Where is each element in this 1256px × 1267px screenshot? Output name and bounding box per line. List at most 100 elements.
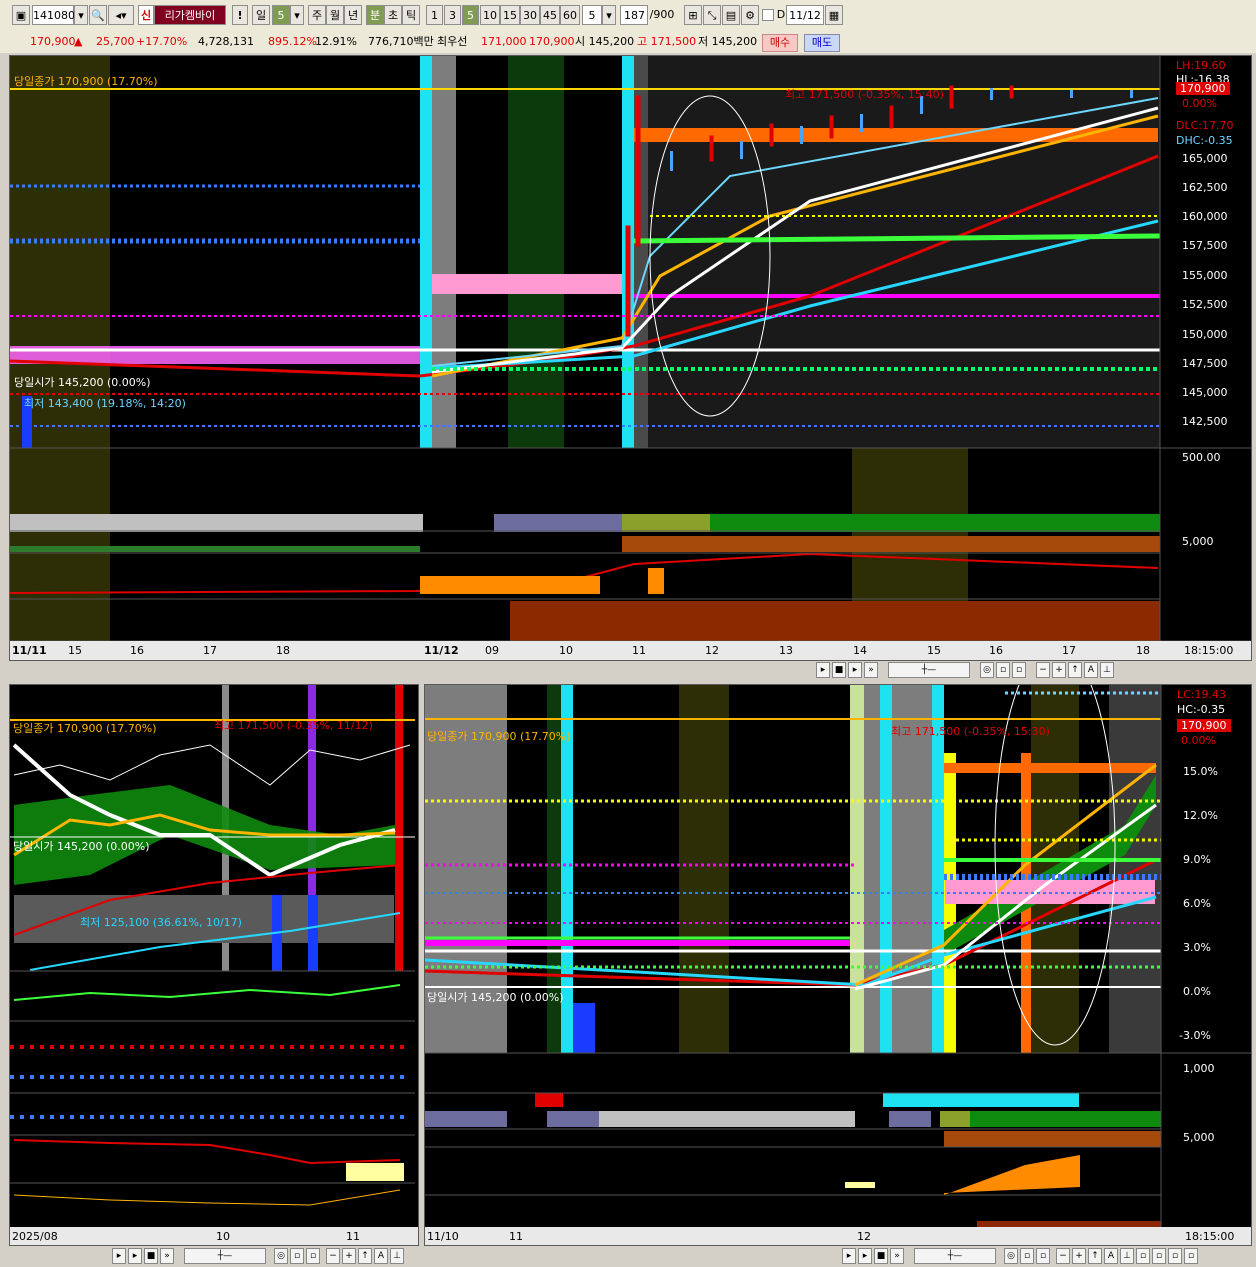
interval-5[interactable]: 5 <box>462 5 479 25</box>
tool-icon[interactable]: ◎ <box>980 662 994 678</box>
chart-menu-icon[interactable]: ▣ <box>12 5 30 25</box>
period-dropdown-icon[interactable]: ▾ <box>290 5 304 25</box>
quote-bar: 170,900 ▲ 25,700 +17.70% 4,728,131 895.1… <box>0 31 1256 53</box>
right-hc: HC:-0.35 <box>1177 703 1226 716</box>
zoom-in-icon[interactable]: + <box>1052 662 1066 678</box>
period-week-tab[interactable]: 주 <box>308 5 326 25</box>
left-chart-canvas <box>10 685 415 1206</box>
tool-icon[interactable]: ⊥ <box>1100 662 1114 678</box>
font-icon[interactable]: A <box>1104 1248 1118 1264</box>
zoom-out-icon[interactable]: − <box>1056 1248 1070 1264</box>
stop-icon[interactable]: ■ <box>832 662 846 678</box>
fast-forward-icon[interactable]: » <box>864 662 878 678</box>
tool-icon[interactable]: ⊥ <box>390 1248 404 1264</box>
tool-icon[interactable]: ▫ <box>1136 1248 1150 1264</box>
tool-icon[interactable]: ▫ <box>1184 1248 1198 1264</box>
volume-ratio: 895.12% <box>268 35 317 48</box>
tool-icon[interactable]: ▫ <box>1020 1248 1034 1264</box>
stock-name-field[interactable]: 리가켐바이 <box>154 5 226 25</box>
zoom-slider[interactable]: ┼— <box>888 662 970 678</box>
stop-icon[interactable]: ■ <box>874 1248 888 1264</box>
left-xlabel: 2025/08 <box>12 1230 58 1243</box>
sell-button[interactable]: 매도 <box>804 34 840 52</box>
intraday-chart-right[interactable]: 당일종가 170,900 (17.70%) 최고 171,500 (-0.35%… <box>424 684 1252 1246</box>
best-label: 최우선 <box>437 35 468 48</box>
right-chart-canvas <box>425 685 1251 1245</box>
code-dropdown-icon[interactable]: ▾ <box>74 5 88 25</box>
interval-30[interactable]: 30 <box>520 5 540 25</box>
zoom-slider[interactable]: ┼— <box>184 1248 266 1264</box>
play-icon[interactable]: ▸ <box>848 662 862 678</box>
bar-count-field[interactable]: 187 <box>620 5 648 25</box>
up-icon[interactable]: ↑ <box>1068 662 1082 678</box>
unit-tick-tab[interactable]: 틱 <box>402 5 420 25</box>
date-checkbox[interactable] <box>762 9 774 21</box>
top-ytick: 165,000 <box>1182 152 1228 165</box>
up-icon[interactable]: ↑ <box>358 1248 372 1264</box>
buy-button[interactable]: 매수 <box>762 34 798 52</box>
history-nav-icon[interactable]: ◂▾ <box>108 5 134 25</box>
scroll-right-icon[interactable]: ▸ <box>816 662 830 678</box>
top-ytick: 155,000 <box>1182 269 1228 282</box>
fast-forward-icon[interactable]: » <box>160 1248 174 1264</box>
tool-icon[interactable]: ▫ <box>290 1248 304 1264</box>
draw-tool-icon[interactable]: ⤡ <box>703 5 721 25</box>
tool-icon[interactable]: ▫ <box>306 1248 320 1264</box>
right-ytick: -3.0% <box>1179 1029 1211 1042</box>
zoom-out-icon[interactable]: − <box>1036 662 1050 678</box>
tool-icon[interactable]: ▫ <box>996 662 1010 678</box>
right-ytick: 3.0% <box>1183 941 1211 954</box>
top-ytick: 157,500 <box>1182 239 1228 252</box>
unit-sec-tab[interactable]: 초 <box>384 5 402 25</box>
stock-code-input[interactable]: 141080 <box>32 5 75 25</box>
scroll-right-icon[interactable]: ▸ <box>842 1248 856 1264</box>
save-icon[interactable]: ▤ <box>722 5 740 25</box>
top-ytick: 160,000 <box>1182 210 1228 223</box>
top-dlc: DLC:17.70 <box>1176 119 1234 132</box>
right-close-label: 당일종가 170,900 (17.70%) <box>427 730 571 743</box>
interval-dropdown-icon[interactable]: ▾ <box>602 5 616 25</box>
date-input[interactable]: 11/12 <box>786 5 824 25</box>
interval-value-field[interactable]: 5 <box>582 5 602 25</box>
unit-min-tab[interactable]: 분 <box>366 5 384 25</box>
tool-icon[interactable]: ◎ <box>274 1248 288 1264</box>
fast-forward-icon[interactable]: » <box>890 1248 904 1264</box>
period-n-field[interactable]: 5 <box>272 5 290 25</box>
font-icon[interactable]: A <box>1084 662 1098 678</box>
period-year-tab[interactable]: 년 <box>344 5 362 25</box>
calendar-icon[interactable]: ▦ <box>825 5 843 25</box>
font-icon[interactable]: A <box>374 1248 388 1264</box>
warning-button[interactable]: ! <box>232 5 248 25</box>
top-xlabel: 10 <box>559 644 573 657</box>
daily-chart-left[interactable]: 당일종가 170,900 (17.70%) 최고 171,500 (-0.35%… <box>9 684 419 1246</box>
tool-icon[interactable]: ▫ <box>1012 662 1026 678</box>
interval-3[interactable]: 3 <box>444 5 461 25</box>
search-icon[interactable]: 🔍 <box>89 5 107 25</box>
tool-icon[interactable]: ⊥ <box>1120 1248 1134 1264</box>
up-icon[interactable]: ↑ <box>1088 1248 1102 1264</box>
right-ytick: 9.0% <box>1183 853 1211 866</box>
tool-icon[interactable]: ◎ <box>1004 1248 1018 1264</box>
tool-icon[interactable]: ▫ <box>1168 1248 1182 1264</box>
zoom-in-icon[interactable]: + <box>1072 1248 1086 1264</box>
zoom-out-icon[interactable]: − <box>326 1248 340 1264</box>
interval-60[interactable]: 60 <box>560 5 580 25</box>
interval-1[interactable]: 1 <box>426 5 443 25</box>
interval-15[interactable]: 15 <box>500 5 520 25</box>
stop-icon[interactable]: ■ <box>144 1248 158 1264</box>
zoom-slider[interactable]: ┼— <box>914 1248 996 1264</box>
interval-45[interactable]: 45 <box>540 5 560 25</box>
turnover-value: 12.91% <box>315 35 357 48</box>
tool-icon[interactable]: ▫ <box>1152 1248 1166 1264</box>
intraday-chart-top[interactable]: 당일종가 170,900 (17.70%) 최고 171,500 (-0.35%… <box>9 55 1252 661</box>
interval-10[interactable]: 10 <box>480 5 500 25</box>
period-day-tab[interactable]: 일 <box>252 5 270 25</box>
grid-tool-icon[interactable]: ⊞ <box>684 5 702 25</box>
settings-gear-icon[interactable]: ⚙ <box>741 5 759 25</box>
fast-forward-icon[interactable]: ▸ <box>128 1248 142 1264</box>
scroll-right-icon[interactable]: ▸ <box>112 1248 126 1264</box>
period-month-tab[interactable]: 월 <box>326 5 344 25</box>
tool-icon[interactable]: ▫ <box>1036 1248 1050 1264</box>
zoom-in-icon[interactable]: + <box>342 1248 356 1264</box>
fast-forward-icon[interactable]: ▸ <box>858 1248 872 1264</box>
